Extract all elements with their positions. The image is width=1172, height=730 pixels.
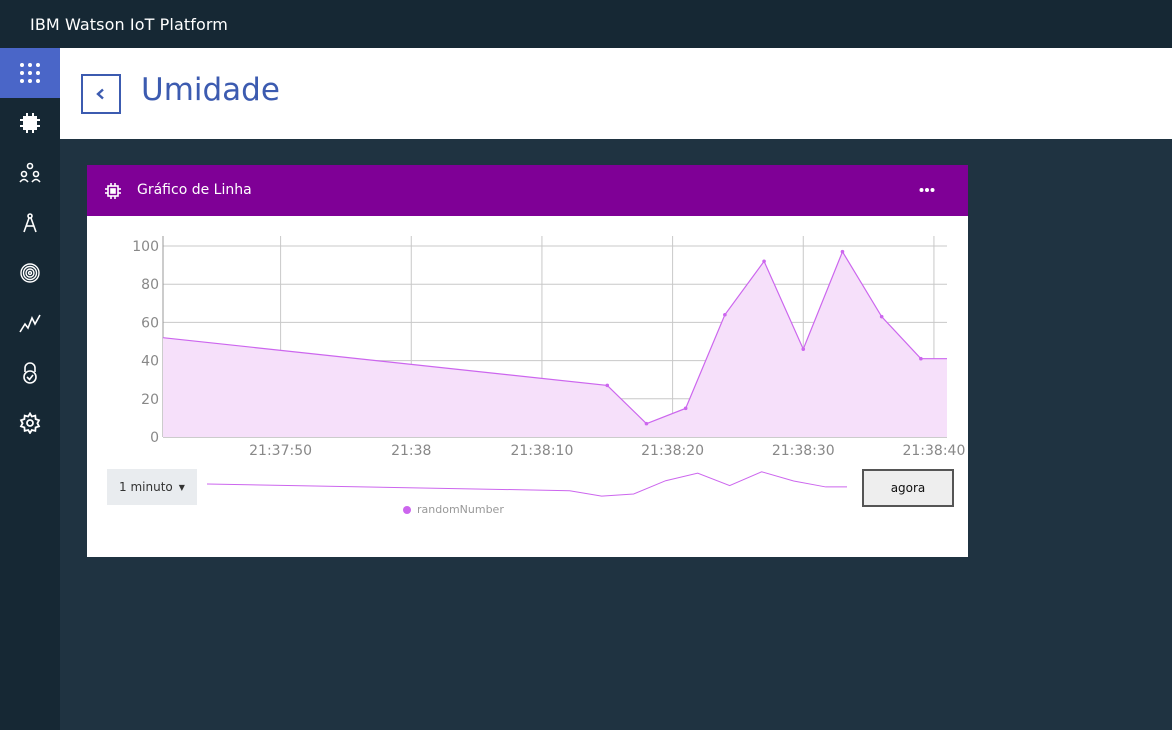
more-horizontal-icon[interactable] [919, 182, 935, 202]
sidebar-item-rules[interactable] [0, 198, 60, 248]
x-tick-label: 21:38:30 [772, 443, 835, 459]
data-point [840, 249, 845, 254]
security-lock-icon [23, 362, 37, 384]
time-range-dropdown[interactable]: 1 minuto ▼ [107, 469, 197, 505]
time-range-label: 1 minuto [119, 480, 173, 494]
sidebar-item-members[interactable] [0, 148, 60, 198]
sidebar [0, 48, 60, 730]
data-point [644, 421, 649, 426]
data-point [723, 312, 727, 317]
x-tick-label: 21:38:20 [641, 443, 704, 459]
app-title: IBM Watson IoT Platform [30, 14, 228, 34]
legend-swatch [403, 505, 411, 514]
x-tick-label: 21:38 [391, 443, 431, 459]
data-point [879, 314, 884, 319]
caret-down-icon: ▼ [178, 482, 185, 492]
line-chart: 0 20 40 60 80 100 21:37:50 21:38 21:38:10 21:38:2… [132, 236, 965, 497]
now-button[interactable]: agora [862, 469, 954, 507]
data-point [683, 406, 688, 411]
overview-line [206, 471, 847, 497]
y-tick-label: 60 [141, 315, 159, 331]
sidebar-item-devices[interactable] [0, 98, 60, 148]
line-chart-card: Gráfico de Linha 0 20 40 60 80 100 21:37:50 21:… [87, 165, 968, 557]
data-point [801, 347, 806, 351]
chevron-left-icon [96, 88, 104, 100]
sidebar-item-analytics[interactable] [0, 298, 60, 348]
compass-icon [23, 213, 37, 233]
page-title: Umidade [141, 72, 280, 108]
page-header: Umidade [60, 48, 1172, 139]
legend-item[interactable]: randomNumber [403, 503, 504, 516]
y-tick-label: 80 [141, 277, 159, 293]
x-tick-label: 21:37:50 [249, 443, 312, 459]
card-header: Gráfico de Linha [87, 165, 968, 216]
y-tick-label: 100 [132, 239, 159, 255]
members-icon [19, 162, 41, 183]
data-point [762, 259, 766, 264]
sidebar-item-identity[interactable] [0, 248, 60, 298]
device-chip-icon [104, 182, 122, 204]
analytics-icon [19, 314, 41, 333]
data-point [919, 356, 923, 361]
y-tick-label: 0 [150, 430, 159, 446]
sidebar-item-security[interactable] [0, 348, 60, 398]
y-tick-label: 20 [141, 392, 159, 408]
back-button[interactable] [81, 74, 121, 114]
sidebar-item-settings[interactable] [0, 398, 60, 448]
device-chip-icon [20, 113, 40, 133]
settings-gear-icon [19, 412, 41, 434]
x-tick-label: 21:38:40 [902, 443, 965, 459]
x-tick-label: 21:38:10 [510, 443, 573, 459]
data-point [605, 383, 610, 388]
card-title: Gráfico de Linha [137, 182, 252, 198]
fingerprint-icon [20, 263, 40, 283]
legend-label: randomNumber [417, 503, 504, 516]
top-bar: IBM Watson IoT Platform [0, 0, 1172, 48]
y-tick-label: 40 [141, 354, 159, 370]
apps-grid-icon [20, 63, 40, 83]
sidebar-item-apps[interactable] [0, 48, 60, 98]
